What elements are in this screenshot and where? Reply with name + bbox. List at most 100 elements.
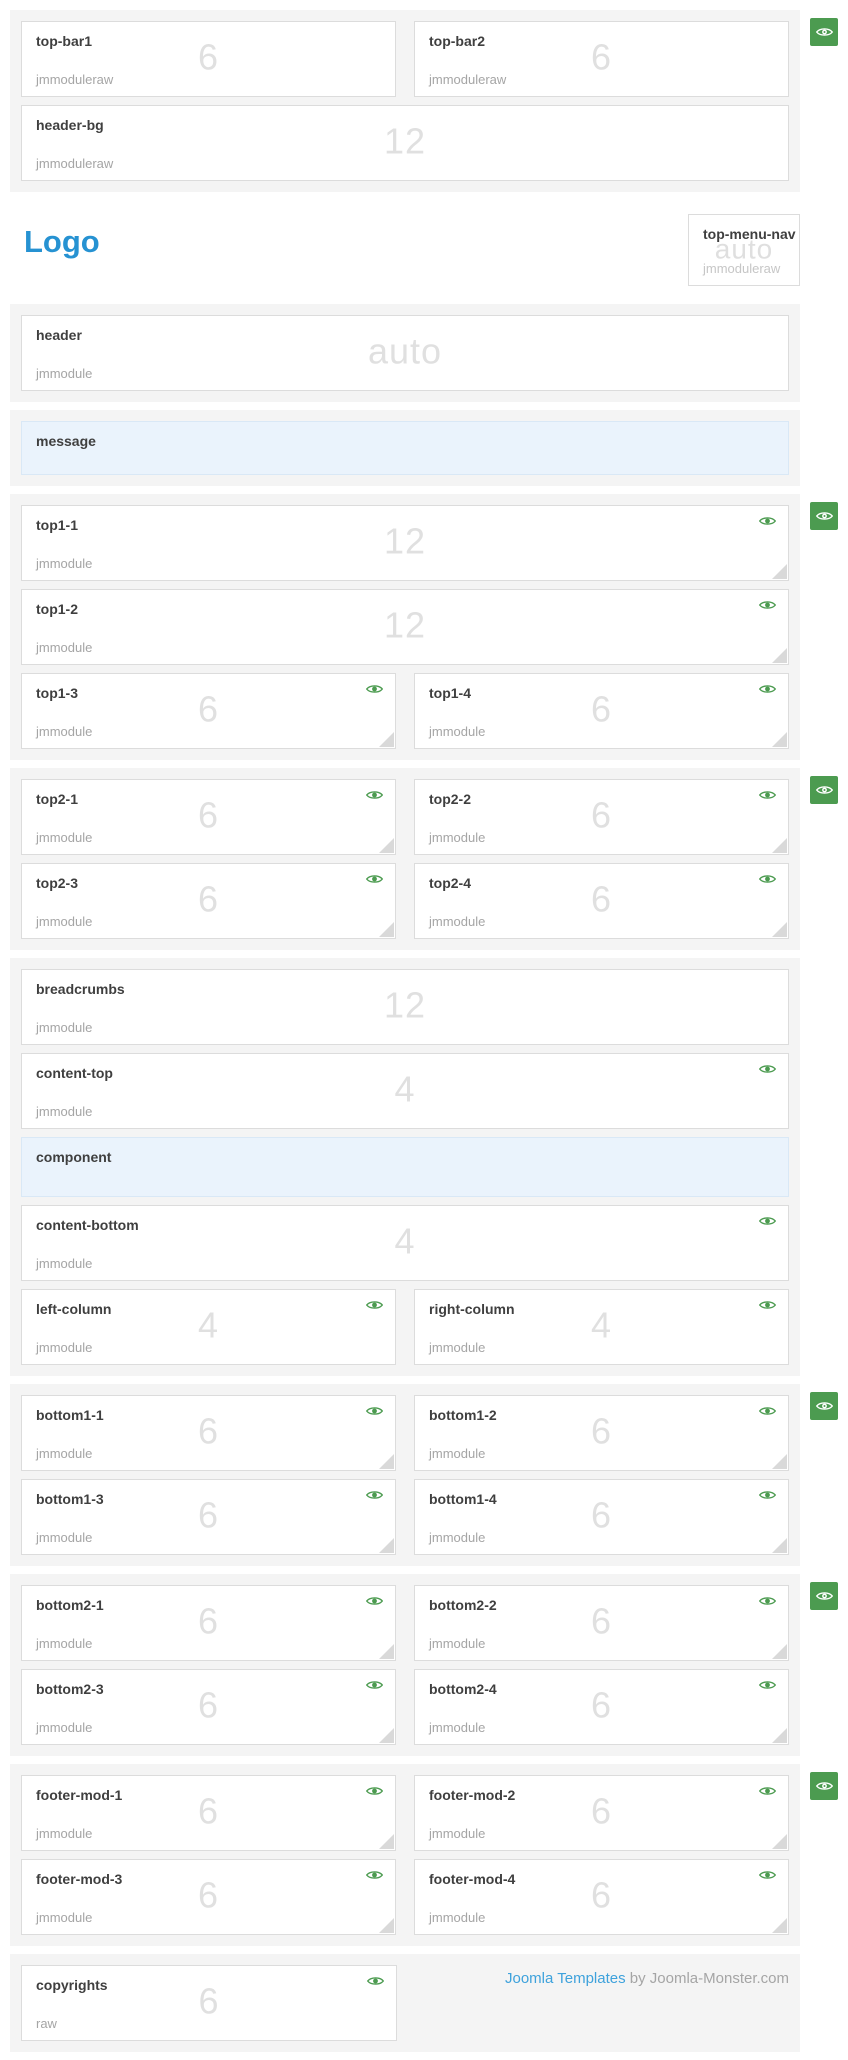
module-visibility-icon[interactable]	[759, 873, 776, 885]
module-footer-mod-1[interactable]: footer-mod-16jmmodule	[21, 1775, 396, 1851]
resize-handle[interactable]	[772, 648, 787, 663]
module-bottom2-2[interactable]: bottom2-26jmmodule	[414, 1585, 789, 1661]
eye-icon	[366, 1299, 383, 1311]
resize-handle[interactable]	[772, 1728, 787, 1743]
resize-handle[interactable]	[772, 1834, 787, 1849]
section-copyrights: copyrights6rawJoomla Templates by Joomla…	[10, 1954, 800, 2052]
module-visibility-icon[interactable]	[759, 1299, 776, 1311]
bottom1-visibility-toggle-button[interactable]	[810, 1392, 838, 1420]
module-type-label: jmmodule	[36, 1104, 92, 1119]
module-visibility-icon[interactable]	[759, 683, 776, 695]
resize-handle[interactable]	[379, 838, 394, 853]
eye-icon	[759, 873, 776, 885]
module-bottom1-4[interactable]: bottom1-46jmmodule	[414, 1479, 789, 1555]
module-visibility-icon[interactable]	[366, 1299, 383, 1311]
resize-handle[interactable]	[379, 1834, 394, 1849]
module-top1-3[interactable]: top1-36jmmodule	[21, 673, 396, 749]
module-visibility-icon[interactable]	[759, 1785, 776, 1797]
module-visibility-icon[interactable]	[366, 1489, 383, 1501]
module-top1-1[interactable]: top1-112jmmodule	[21, 505, 789, 581]
module-visibility-icon[interactable]	[759, 1215, 776, 1227]
module-visibility-icon[interactable]	[366, 683, 383, 695]
top2-visibility-toggle-button[interactable]	[810, 776, 838, 804]
module-message[interactable]: message	[21, 421, 789, 475]
module-content-bottom[interactable]: content-bottom4jmmodule	[21, 1205, 789, 1281]
module-row: top1-212jmmodule	[21, 589, 789, 665]
module-bottom2-1[interactable]: bottom2-16jmmodule	[21, 1585, 396, 1661]
module-row: breadcrumbs12jmmodule	[21, 969, 789, 1045]
module-visibility-icon[interactable]	[366, 1869, 383, 1881]
resize-handle[interactable]	[379, 1454, 394, 1469]
module-visibility-icon[interactable]	[759, 789, 776, 801]
module-visibility-icon[interactable]	[366, 873, 383, 885]
module-visibility-icon[interactable]	[367, 1975, 384, 1987]
resize-handle[interactable]	[379, 1538, 394, 1553]
module-size-value: 6	[22, 1980, 396, 2022]
module-type-label: jmmodule	[36, 724, 92, 739]
module-visibility-icon[interactable]	[366, 1405, 383, 1417]
module-header[interactable]: headerautojmmodule	[21, 315, 789, 391]
module-visibility-icon[interactable]	[366, 1595, 383, 1607]
joomla-templates-link[interactable]: Joomla Templates	[505, 1970, 626, 1987]
module-visibility-icon[interactable]	[759, 1679, 776, 1691]
resize-handle[interactable]	[772, 564, 787, 579]
module-type-label: jmmoduleraw	[36, 156, 113, 171]
module-top1-2[interactable]: top1-212jmmodule	[21, 589, 789, 665]
top1-visibility-toggle-button[interactable]	[810, 502, 838, 530]
resize-handle[interactable]	[772, 1454, 787, 1469]
module-type-label: jmmodule	[36, 1256, 92, 1271]
resize-handle[interactable]	[772, 1644, 787, 1659]
module-row: top2-16jmmoduletop2-26jmmodule	[21, 779, 789, 855]
module-visibility-icon[interactable]	[366, 789, 383, 801]
module-visibility-icon[interactable]	[759, 515, 776, 527]
module-bottom1-3[interactable]: bottom1-36jmmodule	[21, 1479, 396, 1555]
resize-handle[interactable]	[379, 1644, 394, 1659]
module-left-column[interactable]: left-column4jmmodule	[21, 1289, 396, 1365]
resize-handle[interactable]	[772, 732, 787, 747]
resize-handle[interactable]	[772, 1918, 787, 1933]
module-header-bg[interactable]: header-bg12jmmoduleraw	[21, 105, 789, 181]
module-top2-1[interactable]: top2-16jmmodule	[21, 779, 396, 855]
module-footer-mod-3[interactable]: footer-mod-36jmmodule	[21, 1859, 396, 1935]
resize-handle[interactable]	[379, 1728, 394, 1743]
module-visibility-icon[interactable]	[759, 1063, 776, 1075]
module-visibility-icon[interactable]	[759, 1869, 776, 1881]
resize-handle[interactable]	[772, 1538, 787, 1553]
copyrights-row: copyrights6rawJoomla Templates by Joomla…	[21, 1965, 789, 2041]
eye-icon	[366, 789, 383, 801]
module-visibility-icon[interactable]	[759, 1595, 776, 1607]
module-top1-4[interactable]: top1-46jmmodule	[414, 673, 789, 749]
module-visibility-icon[interactable]	[366, 1785, 383, 1797]
top-bar-visibility-toggle-button[interactable]	[810, 18, 838, 46]
module-content-top[interactable]: content-top4jmmodule	[21, 1053, 789, 1129]
module-copyrights[interactable]: copyrights6raw	[21, 1965, 397, 2041]
module-component[interactable]: component	[21, 1137, 789, 1197]
bottom2-visibility-toggle-button[interactable]	[810, 1582, 838, 1610]
resize-handle[interactable]	[772, 922, 787, 937]
module-breadcrumbs[interactable]: breadcrumbs12jmmodule	[21, 969, 789, 1045]
module-bottom2-3[interactable]: bottom2-36jmmodule	[21, 1669, 396, 1745]
module-bottom2-4[interactable]: bottom2-46jmmodule	[414, 1669, 789, 1745]
module-bottom1-2[interactable]: bottom1-26jmmodule	[414, 1395, 789, 1471]
module-visibility-icon[interactable]	[759, 1405, 776, 1417]
module-type-label: jmmodule	[36, 1720, 92, 1735]
module-top2-4[interactable]: top2-46jmmodule	[414, 863, 789, 939]
module-visibility-icon[interactable]	[759, 599, 776, 611]
resize-handle[interactable]	[379, 732, 394, 747]
module-footer-mod-4[interactable]: footer-mod-46jmmodule	[414, 1859, 789, 1935]
module-right-column[interactable]: right-column4jmmodule	[414, 1289, 789, 1365]
eye-icon	[759, 1869, 776, 1881]
module-footer-mod-2[interactable]: footer-mod-26jmmodule	[414, 1775, 789, 1851]
module-top-bar2[interactable]: top-bar26jmmoduleraw	[414, 21, 789, 97]
module-top2-2[interactable]: top2-26jmmodule	[414, 779, 789, 855]
resize-handle[interactable]	[772, 838, 787, 853]
module-visibility-icon[interactable]	[759, 1489, 776, 1501]
resize-handle[interactable]	[379, 1918, 394, 1933]
module-top2-3[interactable]: top2-36jmmodule	[21, 863, 396, 939]
module-top-bar1[interactable]: top-bar16jmmoduleraw	[21, 21, 396, 97]
module-top-menu-nav[interactable]: top-menu-navautojmmoduleraw	[688, 214, 800, 286]
module-visibility-icon[interactable]	[366, 1679, 383, 1691]
footer-visibility-toggle-button[interactable]	[810, 1772, 838, 1800]
resize-handle[interactable]	[379, 922, 394, 937]
module-bottom1-1[interactable]: bottom1-16jmmodule	[21, 1395, 396, 1471]
